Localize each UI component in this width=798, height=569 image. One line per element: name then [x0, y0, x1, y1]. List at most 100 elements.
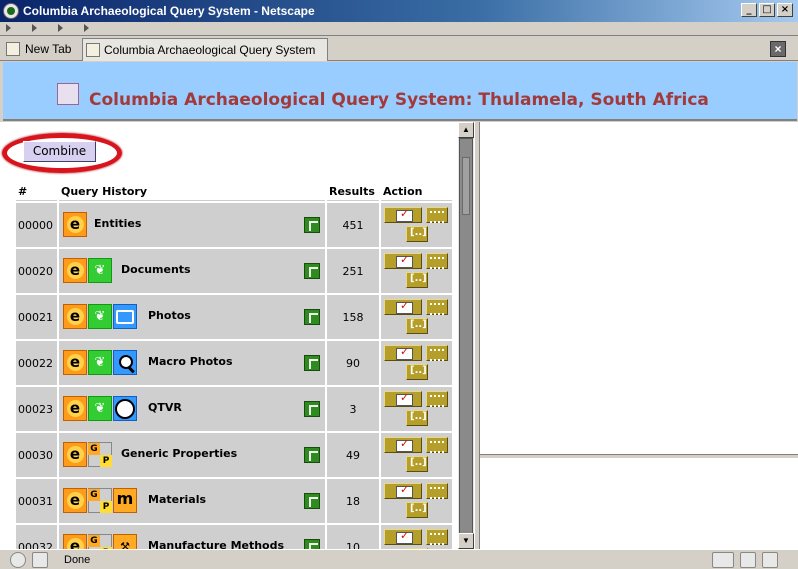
details-icon[interactable] — [406, 318, 428, 334]
page-banner: Columbia Archaeological Query System: Th… — [3, 62, 797, 121]
tab-columbia[interactable]: Columbia Archaeological Query System — [82, 38, 328, 61]
new-tab-icon — [6, 42, 20, 56]
entities-icon: e — [63, 442, 87, 467]
list-results-icon[interactable] — [426, 207, 448, 223]
tab-bar: New Tab Columbia Archaeological Query Sy… — [0, 37, 798, 61]
refine-query-icon[interactable] — [304, 309, 320, 325]
list-results-icon[interactable] — [426, 529, 448, 545]
grippy-arrow-icon[interactable] — [58, 24, 63, 32]
list-results-icon[interactable] — [426, 253, 448, 269]
row-id: 00032 — [16, 525, 57, 549]
refine-query-icon[interactable] — [304, 263, 320, 279]
combine-button[interactable]: Combine — [23, 141, 96, 162]
mail-icon[interactable] — [32, 552, 48, 568]
details-icon[interactable] — [406, 226, 428, 242]
scroll-up-icon[interactable]: ▲ — [458, 122, 474, 138]
query-history-table: # Query History Results Action 00000 e E… — [14, 181, 454, 549]
page-icon — [86, 43, 100, 57]
query-label[interactable]: Manufacture Methods — [148, 539, 284, 549]
list-results-icon[interactable] — [426, 483, 448, 499]
details-icon[interactable] — [406, 502, 428, 518]
query-label[interactable]: Macro Photos — [148, 355, 233, 368]
details-icon[interactable] — [406, 272, 428, 288]
close-tab-icon[interactable]: × — [770, 41, 786, 57]
refine-query-icon[interactable] — [304, 539, 320, 549]
view-results-icon[interactable] — [384, 253, 422, 269]
minimize-button[interactable]: _ — [741, 3, 757, 17]
results-count: 451 — [327, 203, 379, 247]
grippy-arrow-icon[interactable] — [32, 24, 37, 32]
details-icon[interactable] — [406, 364, 428, 380]
row-id: 00023 — [16, 387, 57, 431]
table-row: 00021 e ❦ Photos 158 — [16, 295, 452, 339]
view-results-icon[interactable] — [384, 391, 422, 407]
refine-query-icon[interactable] — [304, 217, 320, 233]
results-frame — [480, 122, 798, 454]
scroll-down-icon[interactable]: ▼ — [458, 533, 474, 549]
table-row: 00022 e ❦ Macro Photos 90 — [16, 341, 452, 385]
row-id: 00031 — [16, 479, 57, 523]
refine-query-icon[interactable] — [304, 355, 320, 371]
qtvr-icon — [113, 396, 137, 421]
view-results-icon[interactable] — [384, 437, 422, 453]
documents-icon: ❦ — [88, 304, 112, 329]
view-results-icon[interactable] — [384, 529, 422, 545]
refine-query-icon[interactable] — [304, 447, 320, 463]
action-cell — [381, 295, 452, 339]
details-icon[interactable] — [406, 456, 428, 472]
results-count: 251 — [327, 249, 379, 293]
action-cell — [381, 479, 452, 523]
refine-query-icon[interactable] — [304, 493, 320, 509]
query-label[interactable]: Entities — [94, 217, 141, 230]
query-cell: e G P ⚒ Manufacture Methods — [59, 525, 325, 549]
action-cell — [381, 203, 452, 247]
grippy-arrow-icon[interactable] — [84, 24, 89, 32]
results-count: 49 — [327, 433, 379, 477]
row-id: 00030 — [16, 433, 57, 477]
documents-icon: ❦ — [88, 350, 112, 375]
view-results-icon[interactable] — [384, 483, 422, 499]
new-tab-button[interactable]: New Tab — [6, 40, 71, 58]
tab-label: Columbia Archaeological Query System — [104, 43, 316, 57]
popup-icon[interactable] — [740, 552, 756, 568]
list-results-icon[interactable] — [426, 299, 448, 315]
results-count: 158 — [327, 295, 379, 339]
list-results-icon[interactable] — [426, 437, 448, 453]
results-count: 3 — [327, 387, 379, 431]
scroll-track[interactable] — [459, 138, 473, 546]
query-cell: e ❦ Documents — [59, 249, 325, 293]
results-count: 10 — [327, 525, 379, 549]
view-results-icon[interactable] — [384, 345, 422, 361]
query-label[interactable]: Generic Properties — [121, 447, 237, 460]
table-row: 00031 e G P m Materials 18 — [16, 479, 452, 523]
vertical-scrollbar[interactable]: ▲ ▼ — [458, 122, 474, 549]
close-window-button[interactable]: × — [777, 3, 793, 17]
entities-icon: e — [63, 258, 87, 283]
maximize-button[interactable]: □ — [759, 3, 775, 17]
netscape-icon[interactable] — [10, 552, 26, 568]
table-row: 00030 e G P Generic Properties 49 — [16, 433, 452, 477]
entities-icon: e — [63, 304, 87, 329]
lock-icon — [762, 552, 778, 568]
grippy-arrow-icon[interactable] — [6, 24, 11, 32]
results-count: 18 — [327, 479, 379, 523]
query-cell: e Entities — [59, 203, 325, 247]
refine-query-icon[interactable] — [304, 401, 320, 417]
documents-icon: ❦ — [88, 396, 112, 421]
magnifier-icon — [113, 350, 137, 375]
view-results-icon[interactable] — [384, 299, 422, 315]
entities-icon: e — [63, 212, 87, 237]
view-results-icon[interactable] — [384, 207, 422, 223]
action-cell — [381, 525, 452, 549]
scroll-thumb[interactable] — [462, 157, 470, 215]
list-results-icon[interactable] — [426, 391, 448, 407]
details-icon[interactable] — [406, 410, 428, 426]
query-label[interactable]: Documents — [121, 263, 191, 276]
table-row: 00020 e ❦ Documents 251 — [16, 249, 452, 293]
list-results-icon[interactable] — [426, 345, 448, 361]
query-label[interactable]: QTVR — [148, 401, 182, 414]
row-id: 00020 — [16, 249, 57, 293]
query-label[interactable]: Photos — [148, 309, 191, 322]
query-label[interactable]: Materials — [148, 493, 206, 506]
status-bar: Done — [0, 549, 798, 569]
